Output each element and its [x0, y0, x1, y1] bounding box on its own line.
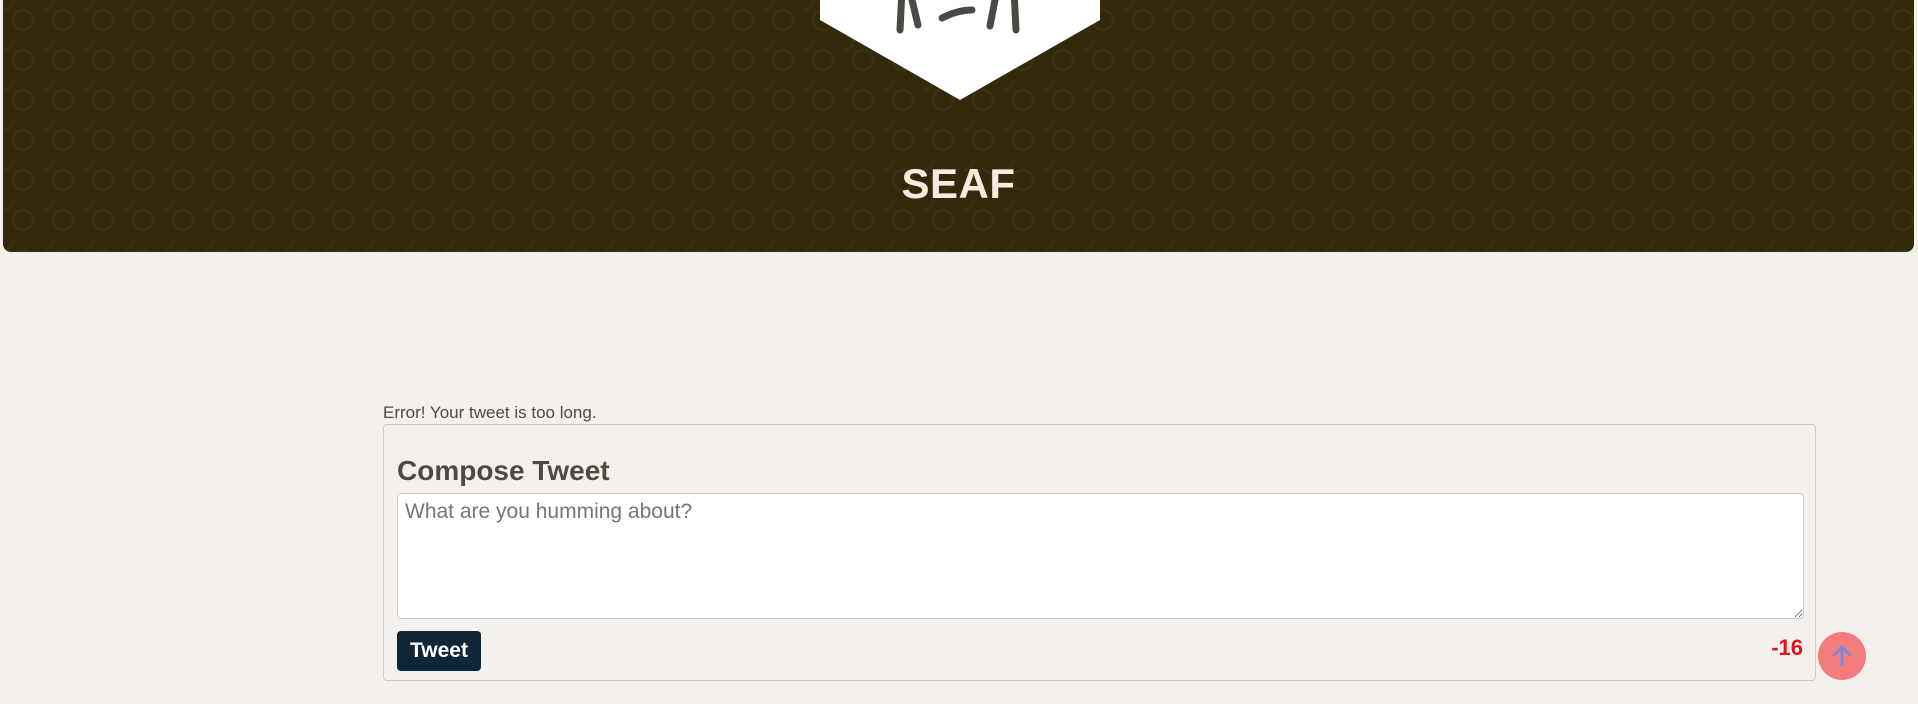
tweet-input[interactable] — [397, 493, 1804, 619]
character-counter: -16 — [1771, 635, 1803, 660]
compose-tweet-card: Compose Tweet Tweet -16 — [383, 424, 1816, 681]
tweet-button[interactable]: Tweet — [397, 631, 481, 671]
page: SEAF Error! Your tweet is too long. Comp… — [0, 0, 1918, 704]
arrow-up-icon — [1832, 645, 1852, 667]
error-message: Error! Your tweet is too long. — [383, 403, 597, 422]
logo-badge-icon — [820, 0, 1100, 100]
compose-title: Compose Tweet — [397, 455, 610, 486]
site-title: SEAF — [901, 160, 1016, 207]
scroll-to-top-button[interactable] — [1818, 632, 1866, 680]
site-header: SEAF — [3, 0, 1914, 252]
